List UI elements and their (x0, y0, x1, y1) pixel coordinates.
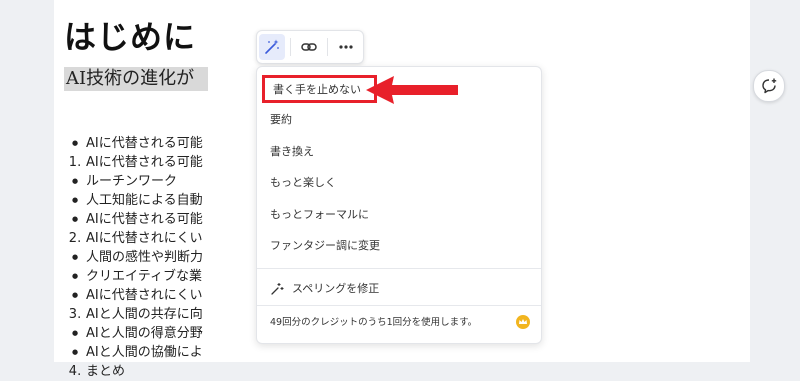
list-item[interactable]: 人工知能による自動 (64, 191, 284, 210)
selected-text[interactable]: AI技術の進化が (64, 67, 208, 91)
number-marker: 2. (68, 231, 82, 246)
crown-icon (516, 315, 530, 329)
bullet-marker (64, 134, 86, 153)
credits-notice: 49回分のクレジットのうち1回分を使用します。 (270, 314, 530, 332)
list-item[interactable]: 1. AIに代替される可能 (64, 153, 284, 172)
bullet-marker (64, 210, 86, 229)
ai-actions-menu: 書く手を止めない 要約 書き換え もっと楽しく もっとフォーマルに ファンタジー… (256, 66, 542, 344)
fix-spelling-label: スペリングを修正 (292, 282, 380, 295)
toolbar-divider (327, 38, 328, 56)
list-item[interactable]: AIに代替される可能 (64, 134, 284, 153)
menu-item-fantasy-style[interactable]: ファンタジー調に変更 (257, 231, 541, 261)
bullet-marker (64, 248, 86, 267)
list-item[interactable]: AIに代替される可能 (64, 210, 284, 229)
list-item[interactable]: ルーチンワーク (64, 172, 284, 191)
bullet-marker (64, 172, 86, 191)
menu-item-keep-writing[interactable]: 書く手を止めない (262, 75, 377, 103)
menu-item-more-fun[interactable]: もっと楽しく (257, 168, 541, 198)
list-item[interactable]: 4. まとめ (64, 362, 284, 381)
bullet-marker (64, 191, 86, 210)
more-options-button[interactable] (333, 34, 359, 60)
insert-link-button[interactable] (296, 34, 322, 60)
menu-item-fix-spelling[interactable]: スペリングを修正 (270, 277, 379, 301)
list-item[interactable]: 3. AIと人間の共存に向 (64, 305, 284, 324)
link-icon (301, 43, 317, 51)
bullet-marker (64, 286, 86, 305)
floating-toolbar (256, 30, 364, 64)
list-item[interactable]: クリエイティブな業 (64, 267, 284, 286)
list-item[interactable]: 人間の感性や判断力 (64, 248, 284, 267)
list-item[interactable]: AIと人間の協働によ (64, 343, 284, 362)
credits-text: 49回分のクレジットのうち1回分を使用します。 (270, 317, 478, 328)
sparkle-wand-icon (271, 283, 284, 295)
number-marker: 3. (68, 307, 82, 322)
list-item[interactable]: 2. AIに代替されにくい (64, 229, 284, 248)
menu-divider (257, 305, 541, 306)
magic-wand-icon (265, 39, 279, 54)
list-item[interactable]: AIに代替されにくい (64, 286, 284, 305)
bullet-marker (64, 343, 86, 362)
number-marker: 1. (68, 155, 82, 170)
list-item[interactable]: AIと人間の得意分野 (64, 324, 284, 343)
outline-list: AIに代替される可能 1.AIに代替される可能 ルーチンワーク 人工知能による自… (64, 134, 284, 381)
menu-item-more-formal[interactable]: もっとフォーマルに (257, 200, 541, 230)
comment-add-icon (762, 78, 777, 94)
number-marker: 4. (68, 364, 82, 379)
bullet-marker (64, 267, 86, 286)
menu-item-rewrite[interactable]: 書き換え (257, 137, 541, 167)
ai-assist-button[interactable] (259, 34, 285, 60)
menu-divider (257, 268, 541, 269)
more-horizontal-icon (339, 45, 353, 49)
menu-item-summarize[interactable]: 要約 (257, 105, 541, 135)
bullet-marker (64, 324, 86, 343)
add-comment-button[interactable] (753, 70, 785, 102)
red-arrow-icon (366, 76, 458, 104)
toolbar-divider (290, 38, 291, 56)
document-title[interactable]: はじめに (64, 12, 196, 58)
